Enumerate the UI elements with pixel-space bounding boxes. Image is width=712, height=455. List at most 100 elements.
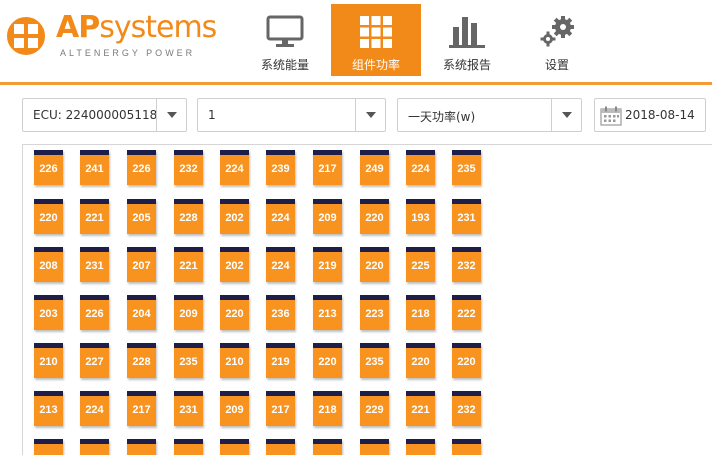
mode-select[interactable]: 一天功率(w) <box>397 98 582 132</box>
ecu-select-value: ECU: 224000005118 <box>33 108 158 122</box>
module-panel[interactable]: 229 <box>360 391 389 426</box>
ecu-select[interactable]: ECU: 224000005118 <box>22 98 187 132</box>
module-panel[interactable]: 219 <box>313 247 342 282</box>
module-panel[interactable]: 218 <box>313 391 342 426</box>
module-panel[interactable]: 221 <box>174 247 203 282</box>
module-panel[interactable] <box>406 439 435 455</box>
module-panel[interactable]: 220 <box>34 199 63 234</box>
module-panel[interactable]: 209 <box>313 199 342 234</box>
module-panel[interactable]: 218 <box>406 295 435 330</box>
gear-icon <box>540 16 574 47</box>
module-panel[interactable]: 208 <box>34 247 63 282</box>
module-panel[interactable]: 210 <box>220 343 249 378</box>
module-panel[interactable]: 231 <box>80 247 109 282</box>
panel-power-value: 228 <box>132 356 151 368</box>
module-panel[interactable]: 220 <box>360 199 389 234</box>
module-panel[interactable]: 232 <box>452 247 481 282</box>
module-panel[interactable]: 232 <box>174 150 203 185</box>
module-panel[interactable]: 221 <box>80 199 109 234</box>
module-panel[interactable]: 235 <box>360 343 389 378</box>
module-panel[interactable]: 231 <box>174 391 203 426</box>
module-panel[interactable]: 202 <box>220 199 249 234</box>
chevron-down-icon[interactable] <box>355 99 385 131</box>
module-panel[interactable]: 224 <box>220 150 249 185</box>
module-panel[interactable]: 219 <box>266 343 295 378</box>
module-panel[interactable] <box>80 439 109 455</box>
nav-system-report[interactable]: 系统报告 <box>422 4 512 76</box>
nav-system-energy[interactable]: 系统能量 <box>240 4 330 76</box>
page-select[interactable]: 1 <box>197 98 386 132</box>
module-panel[interactable]: 228 <box>174 199 203 234</box>
module-panel[interactable]: 235 <box>174 343 203 378</box>
chevron-down-icon[interactable] <box>551 99 581 131</box>
module-panel[interactable]: 249 <box>360 150 389 185</box>
module-panel[interactable]: 193 <box>406 199 435 234</box>
panel-cap <box>80 247 109 252</box>
monitor-icon <box>266 15 304 47</box>
panel-power-value: 227 <box>85 356 104 368</box>
module-panel[interactable]: 224 <box>406 150 435 185</box>
module-panel[interactable]: 239 <box>266 150 295 185</box>
module-panel[interactable]: 207 <box>127 247 156 282</box>
module-panel[interactable]: 236 <box>266 295 295 330</box>
module-panel[interactable]: 222 <box>452 295 481 330</box>
module-panel[interactable]: 205 <box>127 199 156 234</box>
panel-power-value: 221 <box>411 404 430 416</box>
module-panel[interactable]: 209 <box>174 295 203 330</box>
date-picker[interactable]: 2018-08-14 <box>594 98 706 132</box>
module-panel[interactable]: 226 <box>34 150 63 185</box>
module-panel[interactable] <box>34 439 63 455</box>
module-panel[interactable]: 226 <box>80 295 109 330</box>
module-panel[interactable]: 220 <box>452 343 481 378</box>
module-panel[interactable] <box>127 439 156 455</box>
panel-cap <box>174 343 203 348</box>
nav-settings[interactable]: 设置 <box>512 4 602 76</box>
panel-cap <box>313 343 342 348</box>
module-panel[interactable] <box>174 439 203 455</box>
module-panel[interactable]: 217 <box>266 391 295 426</box>
module-panel[interactable]: 203 <box>34 295 63 330</box>
module-panel[interactable] <box>360 439 389 455</box>
logo-mark-icon <box>5 15 47 57</box>
module-panel[interactable]: 223 <box>360 295 389 330</box>
apsystems-logo[interactable]: APsystems ALTENERGY POWER <box>4 10 217 62</box>
module-panel[interactable]: 202 <box>220 247 249 282</box>
panel-cap <box>127 295 156 300</box>
module-panel[interactable] <box>313 439 342 455</box>
module-panel[interactable]: 227 <box>80 343 109 378</box>
module-panel[interactable]: 224 <box>80 391 109 426</box>
module-panel[interactable]: 213 <box>34 391 63 426</box>
panel-cap <box>127 391 156 396</box>
chevron-down-icon[interactable] <box>156 99 186 131</box>
module-panel[interactable]: 235 <box>452 150 481 185</box>
panel-cap <box>220 439 249 444</box>
panel-cap <box>174 391 203 396</box>
module-panel[interactable]: 220 <box>406 343 435 378</box>
module-panel[interactable] <box>266 439 295 455</box>
module-panel[interactable]: 226 <box>127 150 156 185</box>
module-panel[interactable]: 217 <box>127 391 156 426</box>
module-panel[interactable]: 224 <box>266 247 295 282</box>
panel-cap <box>406 199 435 204</box>
calendar-icon[interactable] <box>600 106 622 126</box>
module-panel[interactable]: 213 <box>313 295 342 330</box>
module-panel[interactable]: 220 <box>313 343 342 378</box>
module-panel[interactable]: 220 <box>360 247 389 282</box>
panel-power-value: 207 <box>132 260 151 272</box>
module-panel[interactable]: 204 <box>127 295 156 330</box>
panel-power-value: 208 <box>39 260 58 272</box>
module-panel[interactable]: 221 <box>406 391 435 426</box>
module-panel[interactable]: 241 <box>80 150 109 185</box>
module-panel[interactable]: 231 <box>452 199 481 234</box>
module-panel[interactable]: 210 <box>34 343 63 378</box>
module-panel[interactable]: 228 <box>127 343 156 378</box>
module-panel[interactable] <box>220 439 249 455</box>
module-panel[interactable]: 209 <box>220 391 249 426</box>
module-panel[interactable]: 232 <box>452 391 481 426</box>
module-panel[interactable]: 217 <box>313 150 342 185</box>
nav-module-power[interactable]: 组件功率 <box>331 4 421 76</box>
module-panel[interactable]: 224 <box>266 199 295 234</box>
module-panel[interactable]: 220 <box>220 295 249 330</box>
module-panel[interactable] <box>452 439 481 455</box>
module-panel[interactable]: 225 <box>406 247 435 282</box>
